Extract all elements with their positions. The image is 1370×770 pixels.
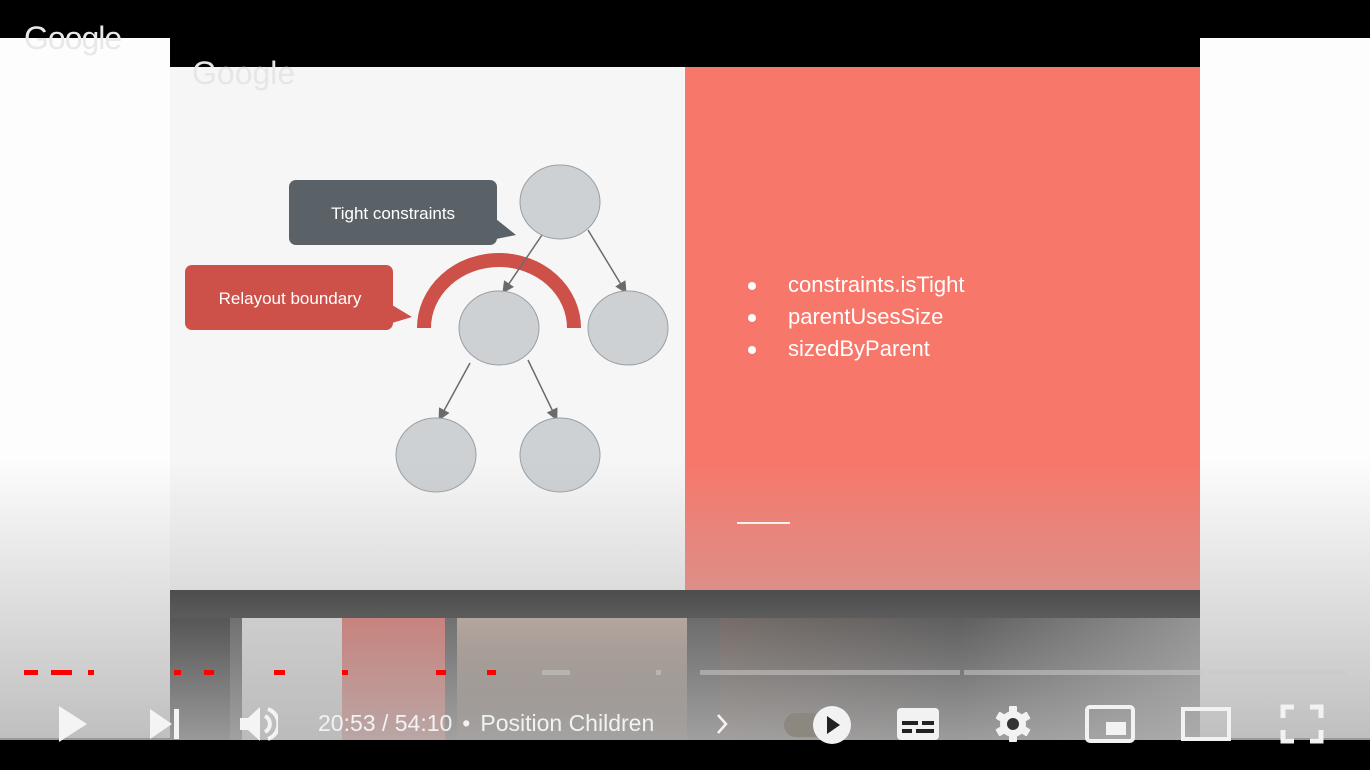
progress-played-segment bbox=[487, 670, 496, 675]
progress-played-segment bbox=[174, 670, 181, 675]
miniplayer-icon bbox=[1085, 705, 1135, 743]
progress-bar[interactable] bbox=[24, 670, 1346, 676]
progress-played-segment bbox=[51, 670, 72, 675]
fullscreen-button[interactable] bbox=[1278, 702, 1326, 746]
bullet-item: constraints.isTight bbox=[747, 272, 964, 298]
settings-icon bbox=[995, 706, 1031, 742]
volume-icon bbox=[240, 707, 278, 741]
fullscreen-icon bbox=[1280, 704, 1324, 744]
play-button[interactable] bbox=[50, 702, 94, 746]
progress-chapter-segment bbox=[542, 670, 570, 675]
bullet-item: parentUsesSize bbox=[747, 304, 943, 330]
video-frame-right bbox=[1200, 38, 1370, 738]
progress-chapter-segment bbox=[656, 670, 661, 675]
slide: Google Tight constraints Relayout bounda… bbox=[170, 55, 1200, 590]
tree-node bbox=[519, 164, 601, 240]
slide-text-panel: constraints.isTight parentUsesSize sized… bbox=[685, 67, 1200, 590]
callout-relayout-boundary: Relayout boundary bbox=[185, 265, 412, 330]
edge bbox=[527, 359, 558, 421]
svg-text:Tight constraints: Tight constraints bbox=[331, 204, 455, 223]
time-separator: / bbox=[381, 710, 389, 736]
slide-diagram-panel: Google Tight constraints Relayout bounda… bbox=[170, 55, 685, 590]
tree-node bbox=[395, 417, 477, 493]
svg-text:Relayout boundary: Relayout boundary bbox=[219, 289, 362, 308]
subtitles-button[interactable] bbox=[893, 702, 943, 746]
tree-node bbox=[458, 290, 540, 366]
progress-played-segment bbox=[204, 670, 214, 675]
theater-mode-button[interactable] bbox=[1180, 702, 1232, 746]
progress-played-segment bbox=[274, 670, 285, 675]
google-logo: Google bbox=[24, 20, 122, 56]
progress-chapter-segment bbox=[700, 670, 960, 675]
volume-button[interactable] bbox=[236, 702, 280, 746]
progress-played-segment bbox=[342, 670, 348, 675]
progress-played-segment bbox=[88, 670, 94, 675]
tree-node bbox=[519, 417, 601, 493]
chevron-right-icon bbox=[717, 714, 728, 734]
subtitles-icon bbox=[897, 708, 939, 740]
player-bottom bbox=[0, 740, 1370, 770]
play-icon bbox=[59, 706, 87, 742]
progress-played-segment bbox=[436, 670, 446, 675]
next-button[interactable] bbox=[142, 702, 186, 746]
next-icon bbox=[150, 709, 179, 739]
progress-chapter-segment bbox=[964, 670, 1204, 675]
settings-button[interactable] bbox=[990, 702, 1036, 746]
autoplay-toggle-icon bbox=[784, 706, 851, 744]
slide-bottom-bar bbox=[170, 590, 1200, 618]
tree-diagram: Tight constraints Relayout boundary bbox=[185, 164, 669, 493]
edge bbox=[438, 362, 471, 421]
duration: 54:10 bbox=[394, 710, 453, 736]
progress-played-segment bbox=[24, 670, 38, 675]
time-display: 20:53 / 54:10 • Position Children bbox=[318, 710, 655, 736]
progress-chapter-segment bbox=[1208, 670, 1346, 675]
current-time: 20:53 bbox=[318, 710, 376, 736]
autoplay-toggle[interactable] bbox=[782, 702, 854, 746]
video-frame-left bbox=[0, 38, 170, 738]
miniplayer-button[interactable] bbox=[1084, 702, 1136, 746]
edge bbox=[587, 229, 627, 294]
slide-underline bbox=[737, 522, 790, 524]
chapter-title[interactable]: Position Children bbox=[480, 710, 654, 736]
chapter-chevron[interactable] bbox=[710, 702, 734, 746]
bullet-item: sizedByParent bbox=[748, 336, 930, 362]
theater-mode-icon bbox=[1181, 707, 1231, 741]
tree-node bbox=[587, 290, 669, 366]
callout-tight-constraints: Tight constraints bbox=[289, 180, 516, 245]
